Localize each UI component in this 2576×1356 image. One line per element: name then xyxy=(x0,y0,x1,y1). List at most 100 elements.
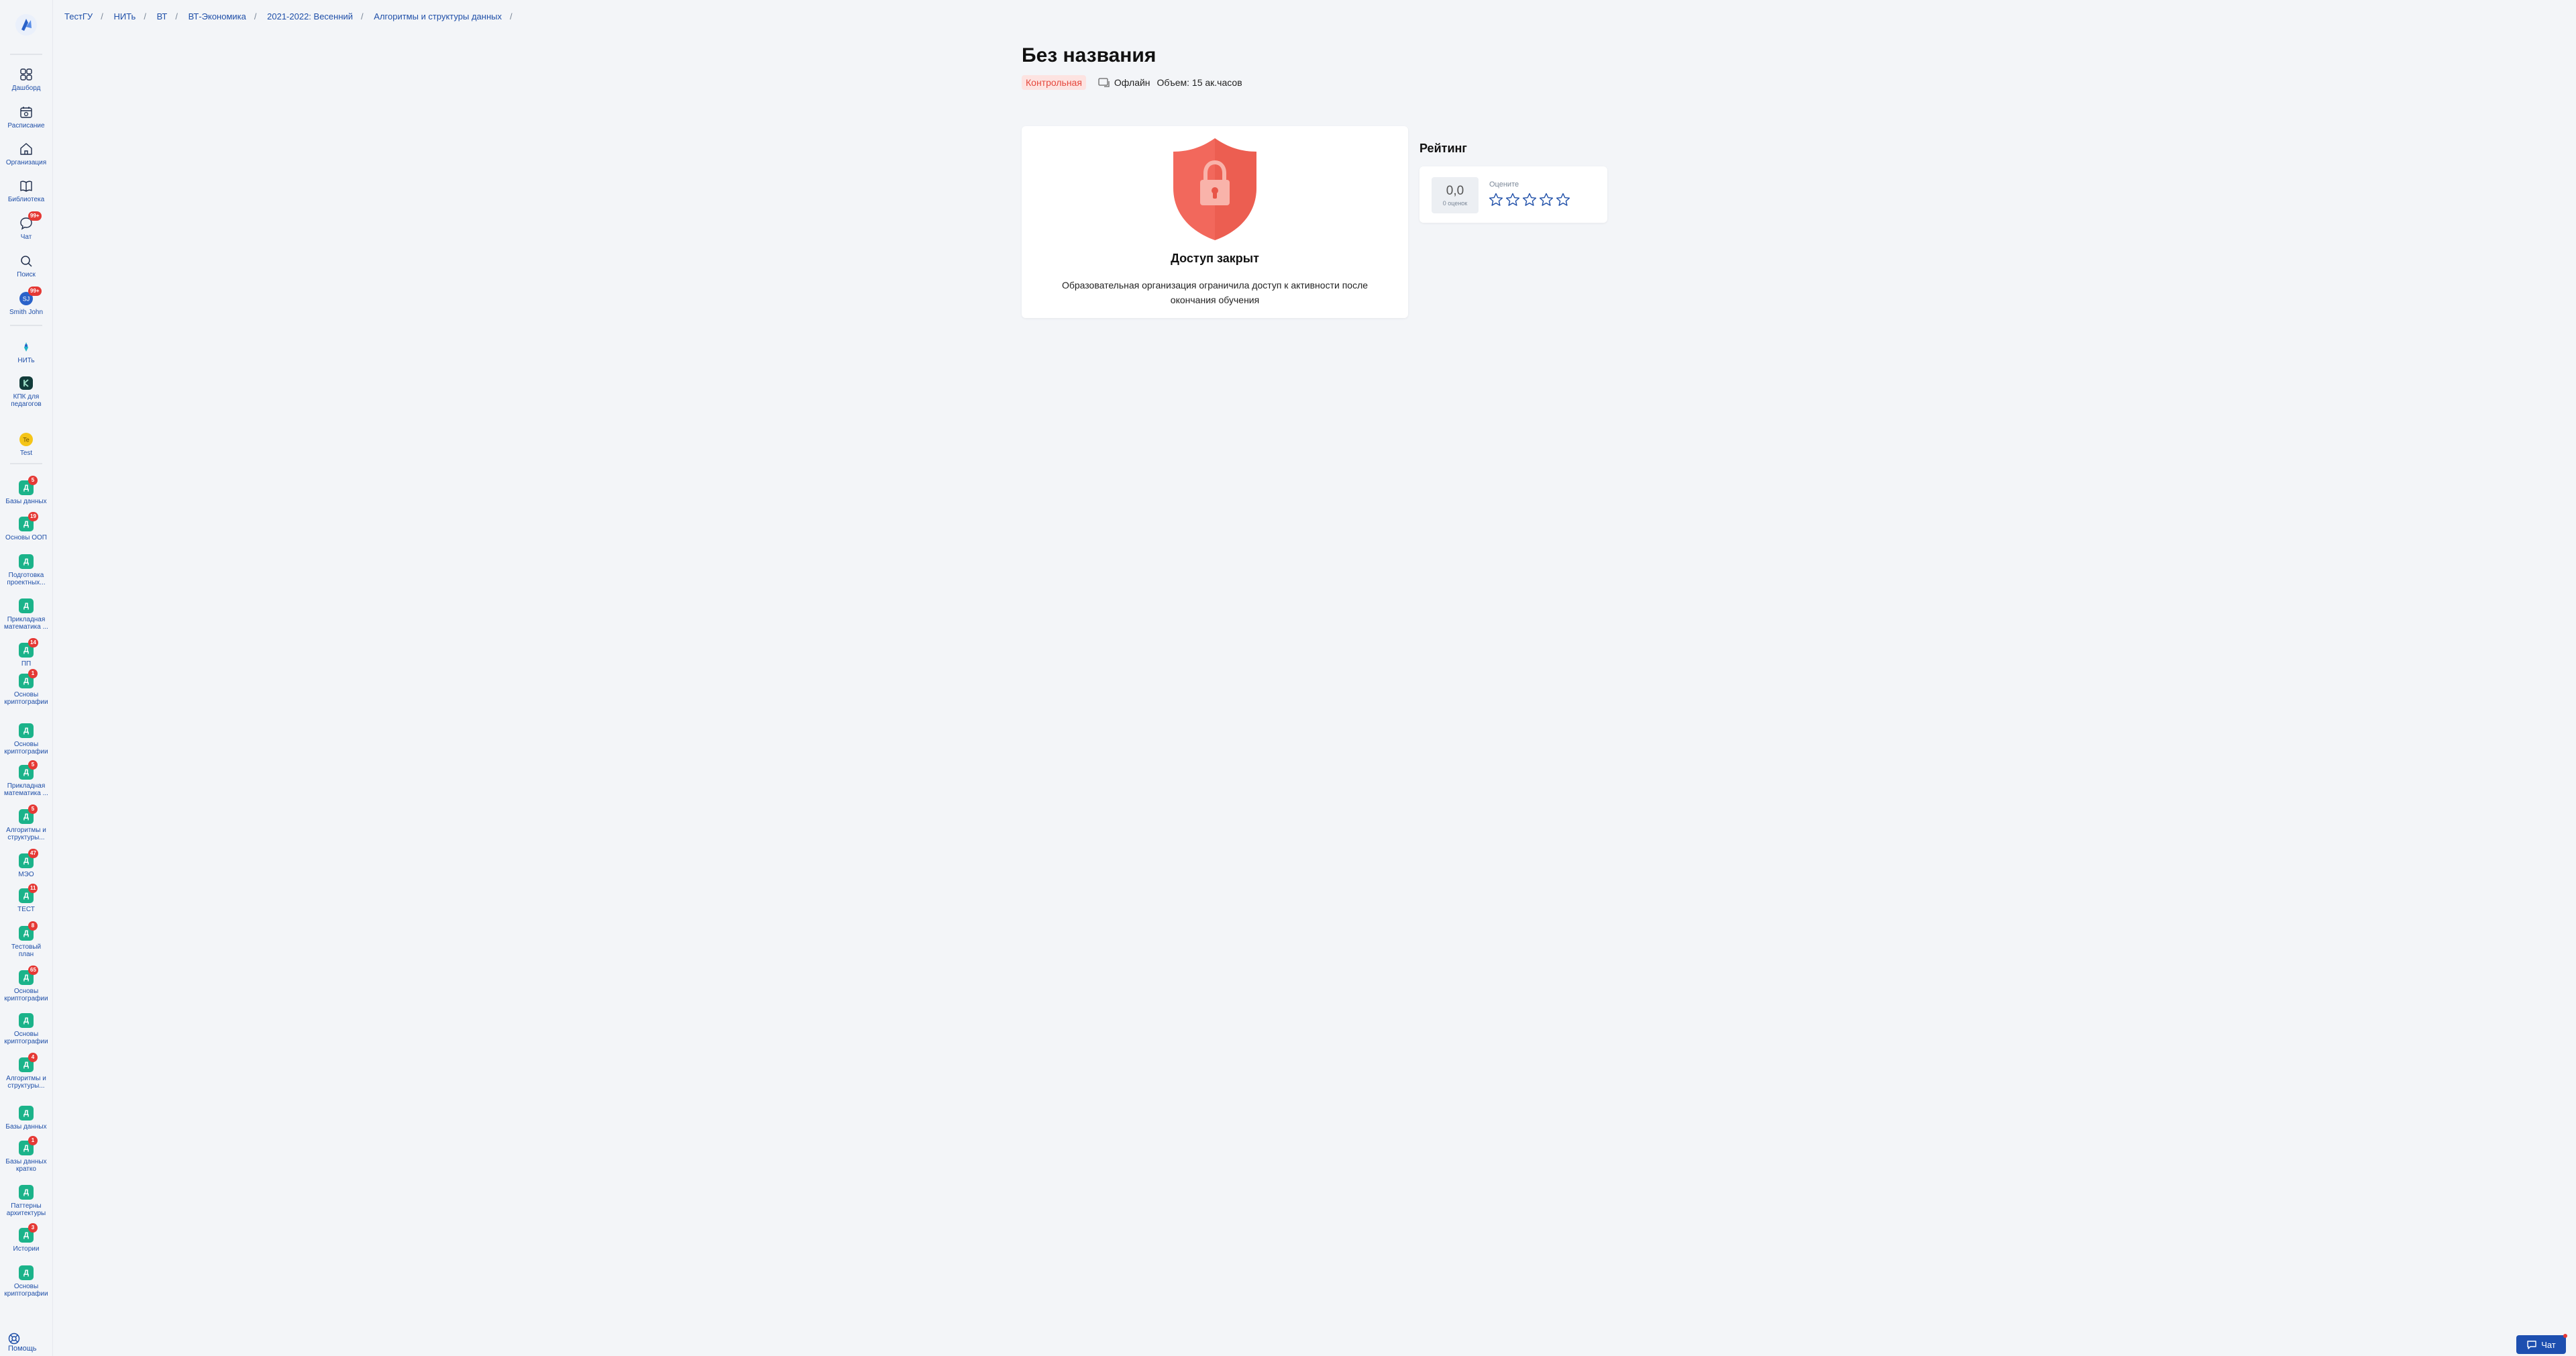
course-tile-icon xyxy=(19,1185,34,1200)
avatar: SJ 99+ xyxy=(19,286,42,306)
sidebar-item-4[interactable]: Библиотека xyxy=(0,178,52,203)
rating-star-icon[interactable] xyxy=(1521,192,1538,208)
nav-label: НИТь xyxy=(17,357,35,364)
search-icon xyxy=(19,254,34,268)
sidebar-item-7[interactable]: SJ 99+ Smith John xyxy=(0,286,52,316)
breadcrumb-item[interactable]: ТестГУ xyxy=(64,11,93,21)
chat-bubble-icon xyxy=(2527,1341,2536,1349)
sidebar-course-item[interactable]: 4 Алгоритмы и структуры... xyxy=(0,1053,52,1090)
notification-badge: 5 xyxy=(28,804,38,814)
sidebar-item-2[interactable]: Расписание xyxy=(0,105,52,129)
svg-text:Te: Te xyxy=(23,437,30,444)
course-icon: 4 xyxy=(19,1053,38,1072)
course-icon: 8 xyxy=(19,921,38,941)
breadcrumb-item[interactable]: ВТ-Экономика xyxy=(189,11,246,21)
sidebar-course-item[interactable]: Подготовка проектных... xyxy=(0,554,52,586)
nav-label: Базы данных xyxy=(5,498,47,505)
sidebar-item-3[interactable]: Организация xyxy=(0,142,52,166)
course-icon: 1 xyxy=(19,1136,38,1155)
nav-label: Базы данных кратко xyxy=(5,1158,47,1173)
sidebar-course-item[interactable]: 8 Тестовый план xyxy=(0,921,52,958)
sidebar-org-item[interactable]: НИТь xyxy=(0,340,52,364)
notification-badge: 5 xyxy=(28,760,38,770)
course-icon: 3 xyxy=(19,1223,38,1243)
nav-label: Основы криптографии xyxy=(4,741,48,755)
course-icon: 5 xyxy=(19,804,38,824)
activity-volume: Объем: 15 ак.часов xyxy=(1157,77,1242,88)
sidebar-course-item[interactable]: 5 Прикладная математика ... xyxy=(0,760,52,797)
sidebar-course-item[interactable]: 14 ПП xyxy=(0,638,52,668)
nav-label: Smith John xyxy=(9,309,44,316)
chat-button-label: Чат xyxy=(2541,1339,2556,1350)
sidebar-course-item[interactable]: Паттерны архитектуры xyxy=(0,1185,52,1217)
notification-badge: 1 xyxy=(28,669,38,678)
nav-label: Подготовка проектных... xyxy=(7,572,46,586)
sidebar-course-item[interactable]: Основы криптографии xyxy=(0,723,52,755)
sidebar-course-item[interactable]: 3 Истории xyxy=(0,1223,52,1253)
sidebar-course-item[interactable]: 1 Базы данных кратко xyxy=(0,1136,52,1173)
course-icon xyxy=(19,554,34,569)
sidebar-course-item[interactable]: Базы данных xyxy=(0,1106,52,1131)
rating-title: Рейтинг xyxy=(1419,142,1467,155)
locked-title: Доступ закрыт xyxy=(1171,252,1259,265)
sidebar-course-item[interactable]: 65 Основы криптографии xyxy=(0,966,52,1002)
rating-star-icon[interactable] xyxy=(1555,192,1571,208)
notification-badge: 3 xyxy=(28,1223,38,1233)
sidebar-course-item[interactable]: Основы криптографии xyxy=(0,1013,52,1045)
nav-label: Основы криптографии xyxy=(4,1031,48,1045)
course-icon: 14 xyxy=(19,638,38,658)
sidebar-course-item[interactable]: 5 Базы данных xyxy=(0,476,52,505)
chat-button[interactable]: Чат xyxy=(2516,1334,2567,1354)
nav-label: Тестовый план xyxy=(11,943,42,958)
sidebar-item-5[interactable]: 99+ Чат xyxy=(0,211,52,241)
svg-text:SJ: SJ xyxy=(23,296,30,303)
sidebar-course-item[interactable]: 19 Основы ООП xyxy=(0,512,52,541)
app-logo-icon[interactable] xyxy=(15,13,38,36)
breadcrumb-item[interactable]: 2021-2022: Весенний xyxy=(267,11,353,21)
rating-stars xyxy=(1488,192,1572,208)
course-icon xyxy=(19,598,34,613)
activity-meta: Контрольная Офлайн Объем: 15 ак.часов xyxy=(1022,75,1242,90)
rating-star-icon[interactable] xyxy=(1505,192,1521,208)
activity-type-tag: Контрольная xyxy=(1022,75,1086,90)
course-tile-icon xyxy=(19,723,34,738)
course-icon xyxy=(19,1265,34,1280)
rating-star-icon[interactable] xyxy=(1488,192,1504,208)
activity-mode: Офлайн xyxy=(1114,77,1150,88)
sidebar-item-6[interactable]: Поиск xyxy=(0,254,52,278)
course-icon xyxy=(19,1106,34,1120)
sidebar-course-item[interactable]: Основы криптографии xyxy=(0,1265,52,1298)
help-link[interactable]: Помощь xyxy=(8,1333,52,1353)
access-locked-card: Доступ закрыт Образовательная организаци… xyxy=(1022,126,1408,318)
sidebar-course-item[interactable]: 47 МЭО xyxy=(0,849,52,878)
nav-label: Организация xyxy=(5,159,47,166)
notification-badge: 99+ xyxy=(28,286,42,296)
breadcrumb-item[interactable]: Алгоритмы и структуры данных xyxy=(374,11,502,21)
nav-label: ТЕСТ xyxy=(17,906,35,913)
test-logo-icon: Te xyxy=(19,432,34,447)
notification-badge: 1 xyxy=(28,1136,38,1145)
nav-label: КПК для педагогов xyxy=(11,393,42,408)
nav-label: Дашборд xyxy=(11,85,41,92)
sidebar: Дашборд Расписание Организация Библиотека 99… xyxy=(0,0,53,1356)
sidebar-course-item[interactable]: 1 Основы криптографии xyxy=(0,669,52,706)
sidebar-course-item[interactable]: 11 ТЕСТ xyxy=(0,884,52,913)
sidebar-course-item[interactable]: 5 Алгоритмы и структуры... xyxy=(0,804,52,841)
course-icon: 11 xyxy=(19,884,38,903)
notification-badge: 99+ xyxy=(28,211,42,221)
dashboard-icon xyxy=(19,67,34,82)
sidebar-item-1[interactable]: Дашборд xyxy=(0,67,52,92)
nav-label: ПП xyxy=(21,660,32,668)
sidebar-course-item[interactable]: Прикладная математика ... xyxy=(0,598,52,631)
sidebar-org-item[interactable]: КПК для педагогов xyxy=(0,376,52,408)
nav-label: Прикладная математика ... xyxy=(4,782,48,797)
course-icon: 19 xyxy=(19,512,38,531)
breadcrumb-item[interactable]: ВТ xyxy=(157,11,168,21)
rating-star-icon[interactable] xyxy=(1538,192,1554,208)
nav-label: Истории xyxy=(13,1245,40,1253)
sidebar-org-item[interactable]: Te Test xyxy=(0,432,52,457)
org-logo-icon xyxy=(19,340,34,354)
nav-label: Алгоритмы и структуры... xyxy=(6,827,46,841)
breadcrumb: ТестГУ / НИТь / ВТ / ВТ-Экономика/ 2021-202… xyxy=(64,11,513,21)
breadcrumb-item[interactable]: НИТь xyxy=(113,11,136,21)
